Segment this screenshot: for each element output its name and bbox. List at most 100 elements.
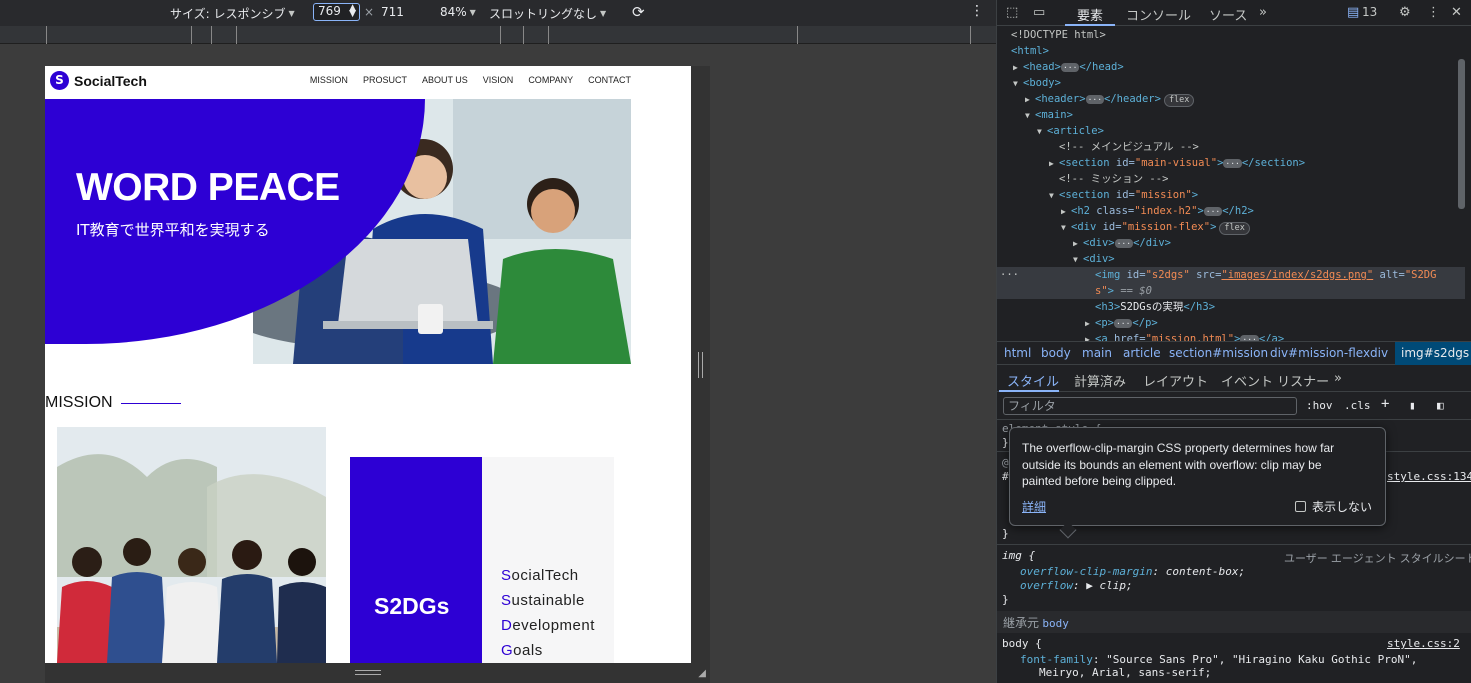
cls-toggle[interactable]: .cls bbox=[1344, 399, 1371, 412]
tab-styles[interactable]: スタイル bbox=[1007, 371, 1059, 390]
device-toolbar-icon[interactable]: ▭ bbox=[1033, 5, 1045, 20]
paint-icon[interactable]: ▮ bbox=[1409, 399, 1416, 412]
more-options-icon[interactable]: ⋮ bbox=[970, 3, 984, 19]
tab-layout[interactable]: レイアウト bbox=[1143, 371, 1208, 390]
nav-item-vision[interactable]: VISION bbox=[483, 75, 514, 85]
dom-node-main[interactable]: ▼ <main> bbox=[1025, 107, 1073, 123]
ruler-mark bbox=[797, 26, 798, 44]
css-declaration[interactable]: overflow-clip-margin: content-box; bbox=[1020, 565, 1245, 578]
settings-gear-icon[interactable]: ⚙ bbox=[1399, 5, 1411, 20]
breadcrumb: html body main article section#mission d… bbox=[997, 341, 1471, 365]
nav-item-about[interactable]: ABOUT US bbox=[422, 75, 468, 85]
breadcrumb-item[interactable]: div bbox=[1370, 346, 1388, 360]
dom-node-mission-flex[interactable]: ▼ <div id="mission-flex"> flex bbox=[1061, 219, 1250, 235]
css-property-tooltip: The overflow-clip-margin CSS property de… bbox=[1009, 427, 1386, 526]
inherited-from-link[interactable]: body bbox=[1042, 617, 1069, 630]
hero-subtitle: IT教育で世界平和を実現する bbox=[76, 221, 270, 239]
s2dgs-line: Sustainable bbox=[501, 592, 585, 609]
dom-node-img-selected[interactable]: ··· <img id="s2dgs" src="images/index/s2… bbox=[997, 267, 1465, 299]
inspect-element-icon[interactable]: ⬚ bbox=[1006, 5, 1018, 20]
devtools-panel: ⬚ ▭ 要素 コンソール ソース » ▤ 13 ⚙ ⋮ ✕ <!DOCTYPE … bbox=[996, 0, 1471, 683]
dont-show-checkbox[interactable]: 表示しない bbox=[1294, 498, 1372, 515]
dom-node-a[interactable]: ▶ <a href="mission.html"> ··· </a> bbox=[1085, 331, 1284, 341]
breadcrumb-item[interactable]: main bbox=[1082, 346, 1112, 360]
issues-icon[interactable]: ▤ bbox=[1347, 5, 1359, 20]
user-agent-label: ユーザー エージェント スタイルシート bbox=[1284, 553, 1471, 565]
spinner-icon[interactable]: ▲ ▼ bbox=[349, 4, 356, 19]
dom-node-html[interactable]: <html> bbox=[1011, 43, 1049, 59]
height-input[interactable]: 711 bbox=[381, 5, 404, 19]
breadcrumb-item[interactable]: section#mission bbox=[1169, 346, 1268, 360]
width-input[interactable]: 769 ▲ ▼ bbox=[313, 3, 360, 21]
dom-node-head[interactable]: ▶ <head> ··· </head> bbox=[1013, 59, 1124, 75]
logo-text: SocialTech bbox=[74, 72, 147, 89]
nav-item-contact[interactable]: CONTACT bbox=[588, 75, 631, 85]
more-tabs-icon[interactable]: » bbox=[1259, 5, 1267, 20]
issues-count[interactable]: 13 bbox=[1362, 5, 1377, 19]
zoom-dropdown[interactable]: 84% ▼ bbox=[440, 5, 476, 19]
img-rule-selector[interactable]: img { bbox=[1002, 549, 1035, 562]
more-options-icon[interactable]: ⋮ bbox=[1427, 5, 1440, 20]
throttling-label: スロットリングなし bbox=[489, 7, 598, 21]
chevron-down-icon: ▼ bbox=[600, 9, 607, 18]
active-tab-indicator bbox=[1065, 24, 1115, 26]
dom-node-section-mission[interactable]: ▼ <section id="mission"> bbox=[1049, 187, 1198, 203]
inherited-from-header: 継承元 body bbox=[997, 611, 1471, 633]
tab-sources[interactable]: ソース bbox=[1209, 5, 1247, 24]
dom-node-p[interactable]: ▶ <p> ··· </p> bbox=[1085, 315, 1158, 331]
close-icon[interactable]: ✕ bbox=[1451, 5, 1462, 20]
throttling-dropdown[interactable]: スロットリングなし ▼ bbox=[489, 5, 606, 22]
chevron-down-icon: ▼ bbox=[288, 9, 295, 18]
dom-scrollbar[interactable] bbox=[1458, 59, 1465, 209]
dom-node-body[interactable]: ▼ <body> bbox=[1013, 75, 1061, 91]
breadcrumb-item[interactable]: body bbox=[1041, 346, 1071, 360]
tab-event-listeners[interactable]: イベント リスナー bbox=[1221, 371, 1329, 390]
dom-node-header[interactable]: ▶ <header> ··· </header> flex bbox=[1025, 91, 1195, 107]
style-source-link[interactable]: style.css:2 bbox=[1387, 637, 1460, 650]
selected-marker: == $0 bbox=[1120, 285, 1152, 297]
dom-node-h3[interactable]: <h3>S2DGsの実現</h3> bbox=[1095, 299, 1215, 315]
s2dgs-line: Goals bbox=[501, 642, 543, 659]
device-viewport: S SocialTech MISSION PROSUCT ABOUT US VI… bbox=[0, 44, 996, 683]
nav-item-product[interactable]: PROSUCT bbox=[363, 75, 407, 85]
logo-icon: S bbox=[50, 71, 69, 90]
nav-item-mission[interactable]: MISSION bbox=[310, 75, 348, 85]
resize-handle-bottom[interactable]: ◢ bbox=[45, 663, 710, 683]
breadcrumb-item[interactable]: div#mission-flex bbox=[1270, 346, 1370, 360]
css-declaration[interactable]: font-family: "Source Sans Pro", "Hiragin… bbox=[1020, 653, 1417, 666]
more-tabs-icon[interactable]: » bbox=[1334, 371, 1342, 386]
breadcrumb-item-active[interactable]: img#s2dgs bbox=[1395, 342, 1471, 365]
dom-node-article[interactable]: ▼ <article> bbox=[1037, 123, 1104, 139]
sidebar-toggle-icon[interactable]: ◧ bbox=[1437, 399, 1444, 412]
tooltip-description: The overflow-clip-margin CSS property de… bbox=[1022, 441, 1335, 488]
resize-corner-icon[interactable]: ◢ bbox=[698, 668, 706, 679]
dimensions-dropdown[interactable]: サイズ: レスポンシブ ▼ bbox=[170, 5, 295, 22]
learn-more-link[interactable]: 詳細 bbox=[1022, 498, 1046, 515]
breadcrumb-item[interactable]: html bbox=[1004, 346, 1031, 360]
nav-item-company[interactable]: COMPANY bbox=[528, 75, 573, 85]
dom-node-h2[interactable]: ▶ <h2 class="index-h2"> ··· </h2> bbox=[1061, 203, 1254, 219]
height-value: 711 bbox=[381, 5, 404, 19]
tab-console[interactable]: コンソール bbox=[1126, 5, 1191, 24]
media-query-ruler[interactable] bbox=[0, 26, 996, 44]
resize-handle-right[interactable] bbox=[691, 66, 710, 663]
dom-node-div[interactable]: ▶ <div> ··· </div> bbox=[1073, 235, 1171, 251]
zoom-value: 84% bbox=[440, 5, 467, 19]
hov-toggle[interactable]: :hov bbox=[1306, 399, 1333, 412]
tab-computed[interactable]: 計算済み bbox=[1074, 371, 1126, 390]
checkbox-icon[interactable] bbox=[1294, 501, 1306, 512]
dom-node-div[interactable]: ▼ <div> bbox=[1073, 251, 1115, 267]
breadcrumb-item[interactable]: article bbox=[1123, 346, 1161, 360]
tab-elements[interactable]: 要素 bbox=[1077, 5, 1103, 24]
ruler-mark bbox=[211, 26, 212, 44]
site-logo[interactable]: S SocialTech bbox=[50, 71, 147, 90]
dom-node-section-main-visual[interactable]: ▶ <section id="main-visual"> ··· </section> bbox=[1049, 155, 1305, 171]
styles-filter-input[interactable]: フィルタ bbox=[1003, 397, 1297, 415]
new-rule-icon[interactable]: + bbox=[1381, 396, 1389, 412]
dom-comment: <!-- メインビジュアル --> bbox=[1059, 141, 1199, 153]
times-icon: × bbox=[364, 5, 375, 19]
body-rule-selector[interactable]: body { bbox=[1002, 637, 1042, 650]
css-declaration[interactable]: overflow: ▶ clip; bbox=[1020, 579, 1133, 592]
rotate-icon[interactable]: ⟳ bbox=[632, 3, 645, 21]
style-source-link[interactable]: style.css:134 bbox=[1387, 470, 1471, 483]
